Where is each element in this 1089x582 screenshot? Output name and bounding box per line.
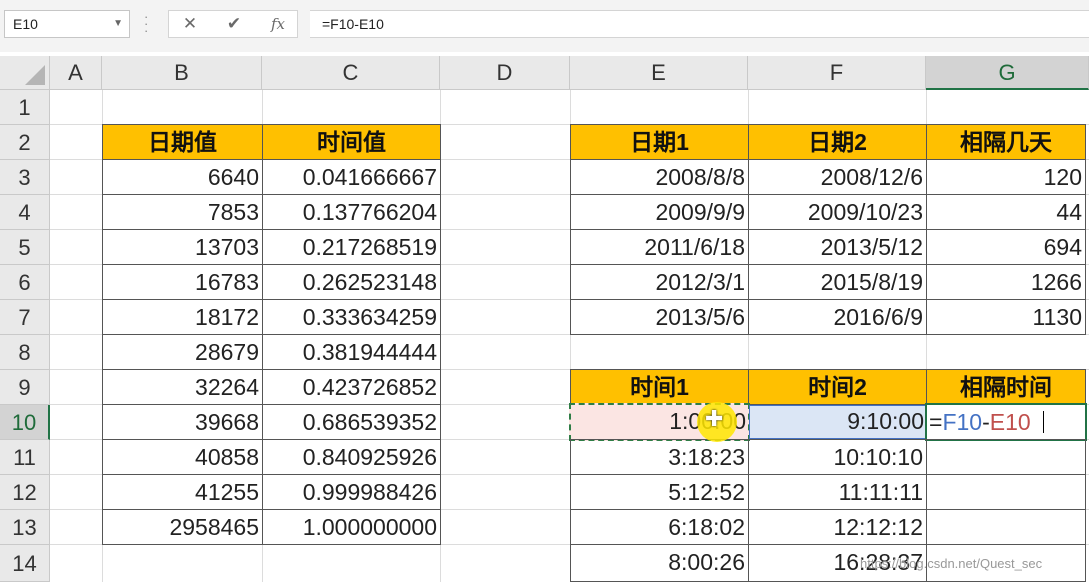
table2-cell[interactable]: 44 bbox=[926, 194, 1086, 230]
table3-cell-empty[interactable] bbox=[926, 509, 1086, 545]
formula-minus: - bbox=[982, 409, 990, 435]
table3-cell[interactable]: 5:12:52 bbox=[570, 474, 749, 510]
table1-cell[interactable]: 39668 bbox=[102, 404, 263, 440]
table2-cell[interactable]: 2015/8/19 bbox=[748, 264, 927, 300]
table1-cell[interactable]: 16783 bbox=[102, 264, 263, 300]
table1-cell[interactable]: 1.000000000 bbox=[262, 509, 441, 545]
function-icon[interactable]: fx bbox=[263, 11, 293, 37]
table1-cell[interactable]: 0.686539352 bbox=[262, 404, 441, 440]
column-header-e[interactable]: E bbox=[570, 56, 748, 90]
row-header-14[interactable]: 14 bbox=[0, 545, 50, 582]
table2-cell[interactable]: 2008/12/6 bbox=[748, 159, 927, 195]
table1-cell[interactable]: 28679 bbox=[102, 334, 263, 370]
table2-cell[interactable]: 120 bbox=[926, 159, 1086, 195]
row-header-12[interactable]: 12 bbox=[0, 475, 50, 510]
table1-cell[interactable]: 0.423726852 bbox=[262, 369, 441, 405]
table2-cell[interactable]: 1130 bbox=[926, 299, 1086, 335]
table3-cell[interactable]: 8:00:26 bbox=[570, 544, 749, 582]
table2-cell[interactable]: 1266 bbox=[926, 264, 1086, 300]
row-header-6[interactable]: 6 bbox=[0, 265, 50, 300]
table2-cell[interactable]: 2009/10/23 bbox=[748, 194, 927, 230]
table2-cell[interactable]: 2008/8/8 bbox=[570, 159, 749, 195]
table2-cell[interactable]: 2011/6/18 bbox=[570, 229, 749, 265]
row-header-8[interactable]: 8 bbox=[0, 335, 50, 370]
table1-cell[interactable]: 40858 bbox=[102, 439, 263, 475]
row-header-3[interactable]: 3 bbox=[0, 160, 50, 195]
edit-formula: =F10-E10 bbox=[929, 405, 1079, 439]
row-header-7[interactable]: 7 bbox=[0, 300, 50, 335]
table3-cell[interactable]: 11:11:11 bbox=[748, 474, 927, 510]
cancel-icon[interactable]: ✕ bbox=[175, 11, 205, 37]
row-header-1[interactable]: 1 bbox=[0, 90, 50, 125]
table1-cell[interactable]: 32264 bbox=[102, 369, 263, 405]
enter-icon[interactable]: ✔ bbox=[219, 11, 249, 37]
table1-header-time-value[interactable]: 时间值 bbox=[262, 124, 441, 160]
row-header-10[interactable]: 10 bbox=[0, 405, 50, 440]
column-header-d[interactable]: D bbox=[440, 56, 570, 90]
row-header-4[interactable]: 4 bbox=[0, 195, 50, 230]
column-header-a[interactable]: A bbox=[50, 56, 102, 90]
table1-cell[interactable]: 41255 bbox=[102, 474, 263, 510]
table3-cell[interactable]: 12:12:12 bbox=[748, 509, 927, 545]
table2-cell[interactable]: 2016/6/9 bbox=[748, 299, 927, 335]
table3-cell-empty[interactable] bbox=[926, 474, 1086, 510]
row-header-13[interactable]: 13 bbox=[0, 510, 50, 545]
formula-input[interactable]: =F10-E10 bbox=[310, 10, 1089, 38]
table3-cell[interactable]: 9:10:00 bbox=[748, 404, 927, 440]
table1-cell[interactable]: 0.217268519 bbox=[262, 229, 441, 265]
column-header-b[interactable]: B bbox=[102, 56, 262, 90]
table1-cell[interactable]: 13703 bbox=[102, 229, 263, 265]
table2-cell[interactable]: 2009/9/9 bbox=[570, 194, 749, 230]
column-header-c[interactable]: C bbox=[262, 56, 440, 90]
drag-handle-icon: · · · bbox=[144, 9, 149, 38]
table2-header-days-apart[interactable]: 相隔几天 bbox=[926, 124, 1086, 160]
spreadsheet-grid: A B C D E F G 1 2 3 4 5 6 7 8 9 10 11 12… bbox=[0, 56, 1089, 582]
table1-cell[interactable]: 0.262523148 bbox=[262, 264, 441, 300]
table2-header-date2[interactable]: 日期2 bbox=[748, 124, 927, 160]
active-cell-editor[interactable]: =F10-E10 bbox=[925, 403, 1087, 441]
table1-cell[interactable]: 2958465 bbox=[102, 509, 263, 545]
table3-cell[interactable]: 6:18:02 bbox=[570, 509, 749, 545]
table1-cell[interactable]: 0.840925926 bbox=[262, 439, 441, 475]
table1-cell[interactable]: 0.333634259 bbox=[262, 299, 441, 335]
table1-cell[interactable]: 0.137766204 bbox=[262, 194, 441, 230]
cursor-cross-icon: ✚ bbox=[705, 406, 724, 431]
row-header-2[interactable]: 2 bbox=[0, 125, 50, 160]
table3-cell[interactable]: 3:18:23 bbox=[570, 439, 749, 475]
table1-header-date-value[interactable]: 日期值 bbox=[102, 124, 263, 160]
column-header-f[interactable]: F bbox=[748, 56, 926, 90]
watermark: https://blog.csdn.net/Quest_sec bbox=[860, 556, 1043, 571]
table1-cell[interactable]: 0.381944444 bbox=[262, 334, 441, 370]
table3-cell[interactable]: 10:10:10 bbox=[748, 439, 927, 475]
formula-ref-f10: F10 bbox=[942, 409, 983, 435]
table2-header-date1[interactable]: 日期1 bbox=[570, 124, 749, 160]
table3-header-time-apart[interactable]: 相隔时间 bbox=[926, 369, 1086, 405]
formula-bar: E10 ▼ · · · ✕ ✔ fx =F10-E10 bbox=[0, 0, 1089, 52]
table1-cell[interactable]: 0.041666667 bbox=[262, 159, 441, 195]
column-header-g[interactable]: G bbox=[926, 56, 1089, 90]
row-header-11[interactable]: 11 bbox=[0, 440, 50, 475]
row-header-5[interactable]: 5 bbox=[0, 230, 50, 265]
name-box-value: E10 bbox=[13, 16, 38, 32]
table1-cell[interactable]: 7853 bbox=[102, 194, 263, 230]
formula-eq: = bbox=[929, 409, 943, 435]
formula-buttons: ✕ ✔ fx bbox=[168, 10, 298, 38]
table2-cell[interactable]: 2013/5/12 bbox=[748, 229, 927, 265]
table1-cell[interactable]: 6640 bbox=[102, 159, 263, 195]
formula-text: =F10-E10 bbox=[322, 16, 384, 32]
row-header-9[interactable]: 9 bbox=[0, 370, 50, 405]
table2-cell[interactable]: 2012/3/1 bbox=[570, 264, 749, 300]
table3-header-time1[interactable]: 时间1 bbox=[570, 369, 749, 405]
text-caret bbox=[1043, 411, 1044, 433]
table3-cell-empty[interactable] bbox=[926, 439, 1086, 475]
table2-cell[interactable]: 2013/5/6 bbox=[570, 299, 749, 335]
table2-cell[interactable]: 694 bbox=[926, 229, 1086, 265]
formula-ref-e10: E10 bbox=[989, 409, 1031, 435]
table3-header-time2[interactable]: 时间2 bbox=[748, 369, 927, 405]
select-all-icon[interactable] bbox=[0, 56, 50, 90]
name-box[interactable]: E10 ▼ bbox=[4, 10, 130, 38]
dropdown-arrow-icon[interactable]: ▼ bbox=[113, 11, 123, 37]
table1-cell[interactable]: 18172 bbox=[102, 299, 263, 335]
table1-cell[interactable]: 0.999988426 bbox=[262, 474, 441, 510]
